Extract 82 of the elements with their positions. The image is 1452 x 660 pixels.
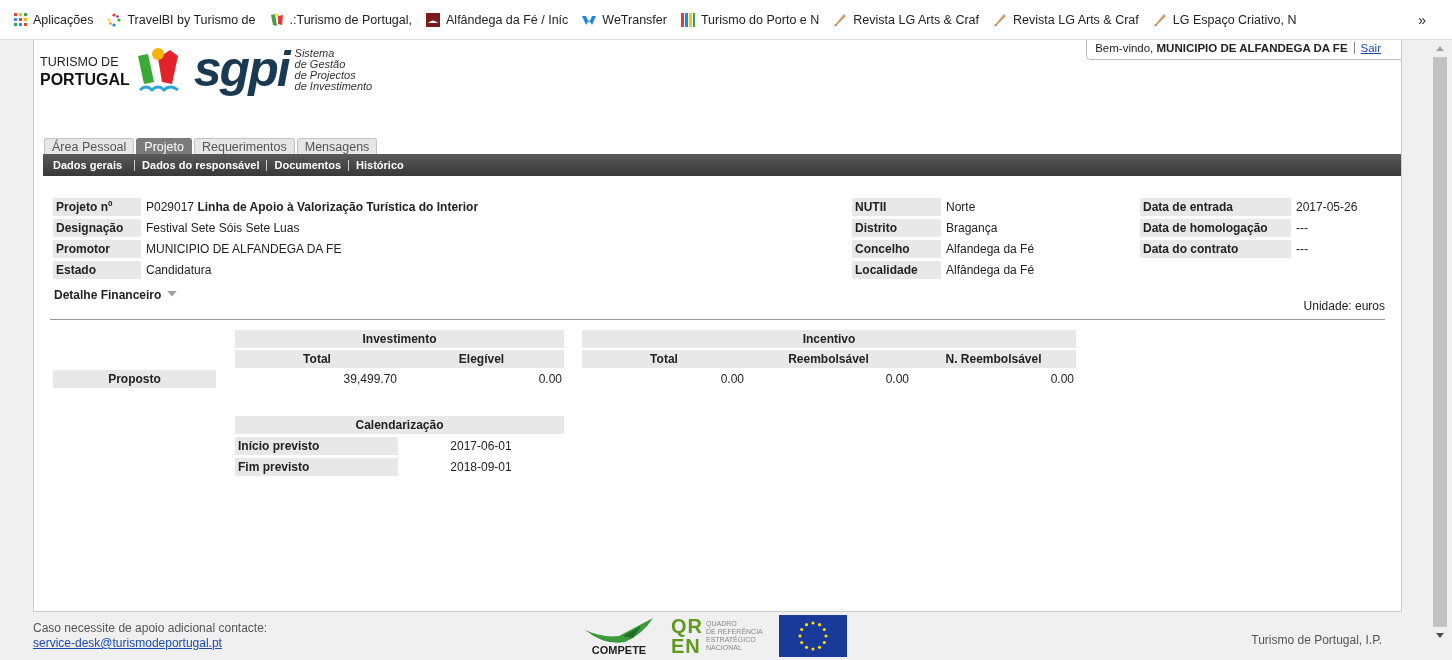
row-header: Proposto [53, 370, 216, 388]
bookmark-item[interactable]: LG Espaço Criativo, N [1152, 12, 1297, 27]
field-label: NUTII [852, 198, 941, 216]
field-value: 2017-05-26 [1296, 199, 1359, 216]
help-text: Caso necessite de apoio adicional contacte: [33, 621, 269, 636]
column-group-header: Investimento [235, 330, 564, 348]
brush-icon [833, 12, 848, 27]
brand-text: PORTUGAL [40, 71, 130, 88]
field-value: Alfândega da Fé [946, 262, 1036, 279]
scroll-down-icon[interactable] [1436, 633, 1444, 638]
bookmark-item[interactable]: TravelBI by Turismo de [107, 12, 256, 27]
column-header: Total [582, 350, 746, 368]
bookmark-item[interactable]: Aplicações [14, 12, 94, 27]
tab[interactable]: Mensagens [296, 138, 378, 154]
field-label: Data do contrato [1140, 240, 1291, 258]
square-icon [426, 12, 441, 27]
brush-icon [993, 12, 1008, 27]
field-value: P029017 Linha de Apoio à Valorização Turística do Interior [146, 199, 480, 216]
field-value: Bragança [946, 220, 999, 237]
tagline-text: Sistema de Gestão de Projectos de Investimento [294, 46, 373, 92]
financial-detail-toggle[interactable]: Detalhe Financeiro [54, 288, 179, 302]
bookmark-item[interactable]: WeTransfer [582, 12, 667, 27]
table-cell-text: 0.00 [1049, 371, 1075, 388]
unit-text: Unidade: euros [1303, 299, 1385, 313]
email-link[interactable]: service-desk@turismodeportugal.pt [33, 636, 222, 650]
bookmark-item[interactable]: .:Turismo de Portugal, [269, 12, 413, 27]
tab[interactable]: Projeto [136, 138, 192, 154]
field-value: --- [1296, 241, 1309, 258]
column-header: Elegível [399, 350, 564, 368]
field-label: Data de homologação [1140, 219, 1291, 237]
bookmark-item[interactable]: Revista LG Arts & Craf [993, 12, 1139, 27]
table-header: Calendarização [235, 416, 564, 434]
tab[interactable]: Área Pessoal [44, 138, 135, 154]
bookmark-item[interactable]: Alfândega da Fé / Iníc [426, 12, 569, 27]
column-header: Reembolsável [746, 350, 911, 368]
scroll-thumb[interactable] [1433, 57, 1447, 627]
field-label: Localidade [852, 261, 941, 279]
field-value: Norte [946, 199, 977, 216]
nav-link[interactable]: Dados do responsável [134, 159, 267, 171]
field-value: Alfandega da Fé [946, 241, 1036, 258]
bookmark-item[interactable]: Turismo do Porto e N [680, 12, 820, 27]
column-group-header: Incentivo [582, 330, 1076, 348]
field-label: Estado [53, 261, 141, 279]
nav-link[interactable]: Dados gerais [53, 159, 135, 171]
table-cell-text: 2017-06-01 [449, 438, 513, 455]
welcome-text: Bem-vindo, MUNICIPIO DE ALFANDEGA DA FE [1095, 42, 1348, 54]
table-cell-text: 0.00 [719, 371, 745, 388]
field-value: Candidatura [146, 262, 213, 279]
table-cell-text: 39,499.70 [342, 371, 398, 388]
table-cell-text: 0.00 [537, 371, 563, 388]
brand-text: TURISMO DE [40, 54, 120, 71]
table-cell-text: 0.00 [884, 371, 910, 388]
field-value: Festival Sete Sóis Sete Luas [146, 220, 301, 237]
field-label: Designação [53, 219, 141, 237]
row-header: Fim previsto [235, 458, 398, 476]
pinwheel-icon [107, 12, 122, 27]
nav-link[interactable]: Documentos [266, 159, 349, 171]
figure-icon [269, 12, 284, 27]
scroll-up-icon[interactable] [1436, 46, 1444, 51]
field-label: Distrito [852, 219, 941, 237]
copyright-text: Turismo de Portugal, I.P. [1251, 632, 1382, 647]
row-header: Início previsto [235, 437, 398, 455]
stripes-icon [680, 12, 695, 27]
field-label: Promotor [53, 240, 141, 258]
qren-mark-text: QR EN [671, 616, 703, 656]
logout-link[interactable]: Sair [1353, 42, 1381, 54]
tab[interactable]: Requerimentos [193, 138, 295, 154]
field-value: MUNICIPIO DE ALFANDEGA DA FE [146, 241, 343, 258]
compete-logo-text: COMPETE [591, 644, 647, 656]
column-header: Total [235, 350, 399, 368]
table-cell-text: 2018-09-01 [449, 459, 513, 476]
flag-icon [778, 615, 847, 657]
nav-link[interactable]: Histórico [348, 159, 411, 171]
field-label: Data de entrada [1140, 198, 1291, 216]
field-label: Projeto nº [53, 198, 141, 216]
field-label: Concelho [852, 240, 941, 258]
bookmark-item[interactable]: Revista LG Arts & Craf [833, 12, 980, 27]
brush-icon [1152, 12, 1167, 27]
column-header: N. Reembolsável [911, 350, 1076, 368]
more-bookmarks-button[interactable]: » [1418, 11, 1426, 28]
field-value: --- [1296, 220, 1309, 237]
apps-grid-icon [14, 13, 27, 26]
